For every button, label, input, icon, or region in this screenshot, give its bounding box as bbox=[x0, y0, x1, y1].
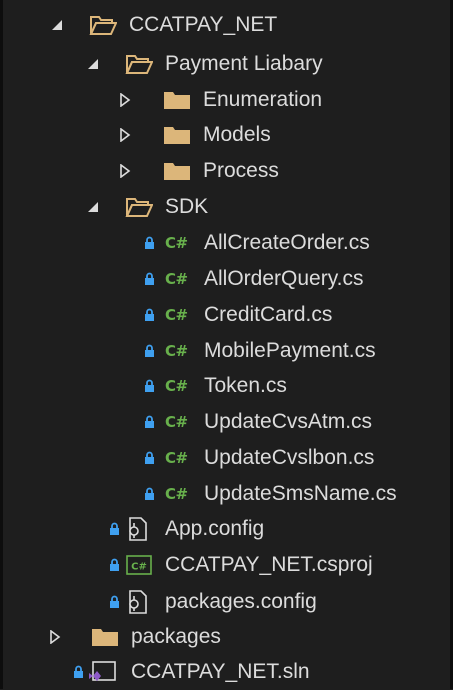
lock-icon bbox=[144, 404, 156, 440]
csharp-file-icon: C# bbox=[165, 377, 188, 395]
tree-item-label: packages.config bbox=[165, 590, 317, 613]
expanded-arrow-icon[interactable] bbox=[83, 46, 103, 82]
folder-open-icon bbox=[125, 46, 153, 82]
lock-icon bbox=[144, 297, 156, 333]
tree-item-solution-file[interactable]: CCATPAY_NET.sln bbox=[3, 654, 450, 690]
csharp-file-icon: C# bbox=[165, 234, 188, 252]
solution-file-icon bbox=[87, 654, 117, 690]
tree-item-label: UpdateCvsAtm.cs bbox=[204, 410, 373, 433]
tree-item-label: CCATPAY_NET bbox=[129, 13, 278, 36]
tree-item-sdk-folder[interactable]: SDK bbox=[3, 189, 450, 225]
tree-item-label: Process bbox=[203, 159, 279, 182]
csharp-project-icon: C# bbox=[125, 547, 153, 583]
lock-icon bbox=[109, 584, 121, 620]
folder-icon bbox=[163, 117, 191, 153]
lock-icon bbox=[144, 261, 156, 297]
tree-item-app-config[interactable]: App.config bbox=[3, 511, 450, 547]
tree-item-label: Payment Liabary bbox=[165, 52, 323, 75]
tree-item-file-cs[interactable]: C# Token.cs bbox=[3, 368, 450, 404]
lock-icon bbox=[109, 511, 121, 547]
tree-item-label: AllOrderQuery.cs bbox=[204, 267, 364, 290]
tree-item-label: App.config bbox=[165, 517, 265, 540]
folder-icon bbox=[163, 153, 191, 189]
csharp-file-icon: C# bbox=[165, 449, 188, 467]
tree-item-file-cs[interactable]: C# UpdateSmsName.cs bbox=[3, 476, 450, 512]
tree-item-label: UpdateSmsName.cs bbox=[204, 482, 397, 505]
tree-item-label: UpdateCvslbon.cs bbox=[204, 446, 375, 469]
tree-item-packages-folder[interactable]: packages bbox=[3, 619, 450, 655]
tree-item-file-cs[interactable]: C# CreditCard.cs bbox=[3, 297, 450, 333]
lock-icon bbox=[73, 654, 85, 690]
tree-item-label: SDK bbox=[165, 195, 209, 218]
tree-item-packages-config[interactable]: packages.config bbox=[3, 584, 450, 620]
tree-item-models-folder[interactable]: Models bbox=[3, 117, 450, 153]
collapsed-arrow-icon[interactable] bbox=[115, 117, 135, 153]
tree-item-label: CreditCard.cs bbox=[204, 303, 333, 326]
tree-item-file-cs[interactable]: C# UpdateCvsAtm.cs bbox=[3, 404, 450, 440]
tree-item-label: CCATPAY_NET.sln bbox=[131, 660, 310, 683]
folder-open-icon bbox=[89, 7, 117, 43]
lock-icon bbox=[144, 368, 156, 404]
collapsed-arrow-icon[interactable] bbox=[45, 619, 65, 655]
tree-item-file-cs[interactable]: C# UpdateCvslbon.cs bbox=[3, 440, 450, 476]
csharp-file-icon: C# bbox=[165, 342, 188, 360]
config-file-icon bbox=[125, 511, 151, 547]
lock-icon bbox=[144, 440, 156, 476]
tree-item-label: AllCreateOrder.cs bbox=[204, 231, 370, 254]
svg-text:C#: C# bbox=[131, 562, 147, 573]
tree-item-label: Enumeration bbox=[203, 88, 323, 111]
tree-item-csproj-file[interactable]: C# CCATPAY_NET.csproj bbox=[3, 547, 450, 583]
tree-item-file-cs[interactable]: C# AllCreateOrder.cs bbox=[3, 225, 450, 261]
config-file-icon bbox=[125, 584, 151, 620]
lock-icon bbox=[144, 476, 156, 512]
lock-icon bbox=[109, 547, 121, 583]
folder-icon bbox=[163, 82, 191, 118]
tree-item-label: packages bbox=[131, 625, 221, 648]
tree-item-project[interactable]: CCATPAY_NET bbox=[3, 7, 450, 43]
collapsed-arrow-icon[interactable] bbox=[115, 153, 135, 189]
lock-icon bbox=[144, 225, 156, 261]
tree-item-label: CCATPAY_NET.csproj bbox=[165, 553, 373, 576]
folder-open-icon bbox=[125, 189, 153, 225]
expanded-arrow-icon[interactable] bbox=[83, 189, 103, 225]
collapsed-arrow-icon[interactable] bbox=[115, 82, 135, 118]
solution-explorer-tree: CCATPAY_NET Payment Liabary Enumeration bbox=[0, 0, 453, 689]
tree-item-file-cs[interactable]: C# AllOrderQuery.cs bbox=[3, 261, 450, 297]
csharp-file-icon: C# bbox=[165, 270, 188, 288]
csharp-file-icon: C# bbox=[165, 485, 188, 503]
tree-item-payment-folder[interactable]: Payment Liabary bbox=[3, 46, 450, 82]
csharp-file-icon: C# bbox=[165, 413, 188, 431]
tree-item-label: Models bbox=[203, 123, 271, 146]
folder-icon bbox=[91, 619, 119, 655]
tree-item-label: Token.cs bbox=[204, 374, 287, 397]
tree-item-process-folder[interactable]: Process bbox=[3, 153, 450, 189]
tree-item-enumeration-folder[interactable]: Enumeration bbox=[3, 82, 450, 118]
lock-icon bbox=[144, 333, 156, 369]
expanded-arrow-icon[interactable] bbox=[47, 7, 67, 43]
csharp-file-icon: C# bbox=[165, 306, 188, 324]
tree-item-label: MobilePayment.cs bbox=[204, 339, 376, 362]
tree-item-file-cs[interactable]: C# MobilePayment.cs bbox=[3, 333, 450, 369]
